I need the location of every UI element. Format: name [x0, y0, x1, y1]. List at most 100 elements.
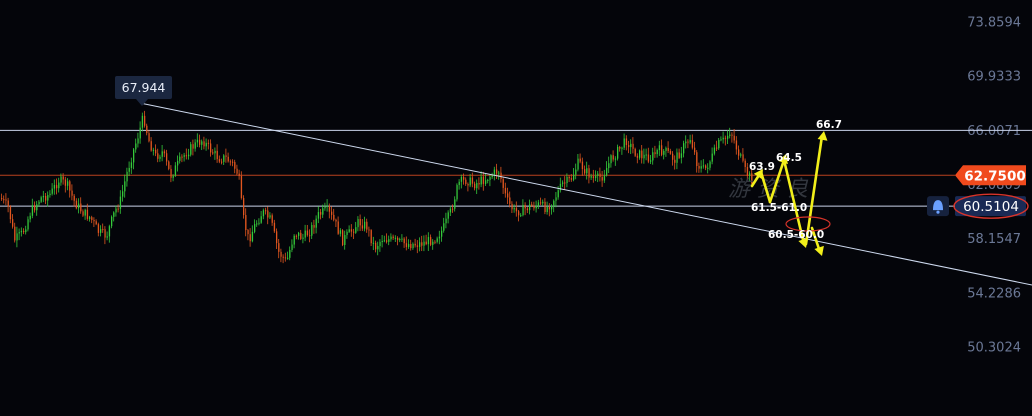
candle-body — [478, 182, 480, 185]
candle-body — [73, 195, 75, 201]
candle-body — [27, 219, 29, 230]
y-tick-label: 50.3024 — [967, 341, 1021, 356]
candle-body — [643, 154, 645, 159]
candle-body — [566, 176, 568, 184]
candle-body — [262, 210, 265, 217]
candle-body — [40, 197, 42, 202]
candle-body — [669, 151, 672, 154]
candle-body — [401, 238, 403, 240]
candle-body — [229, 161, 232, 163]
candle-body — [553, 200, 555, 206]
candle-body — [377, 246, 379, 250]
candle-body — [137, 138, 139, 144]
candle-body — [557, 190, 559, 198]
candle-body — [504, 187, 507, 194]
candle-body — [749, 173, 751, 176]
candle-body — [394, 237, 397, 239]
candle-body — [236, 168, 238, 174]
candle-body — [276, 231, 278, 244]
candle-body — [744, 160, 746, 167]
candle-body — [463, 176, 465, 180]
candle-body — [328, 205, 331, 212]
annotation-label: 64.5 — [776, 152, 802, 164]
candle-body — [344, 235, 346, 245]
candle-body — [606, 168, 608, 176]
candle-body — [445, 218, 447, 224]
candle-body — [452, 208, 454, 210]
y-tick-label: 66.0071 — [967, 124, 1021, 139]
candle-body — [69, 181, 71, 191]
candle-body — [661, 145, 663, 155]
price-chart[interactable]: 73.859469.933366.007162.080958.154754.22… — [0, 0, 1032, 416]
candle-body — [306, 230, 309, 236]
candle-body — [588, 168, 590, 178]
candle-body — [498, 172, 500, 174]
candle-body — [34, 205, 36, 211]
candle-body — [537, 202, 540, 206]
candle-body — [326, 205, 328, 207]
candle-body — [309, 235, 311, 237]
candle-body — [111, 216, 113, 227]
candle-body — [9, 206, 12, 220]
candle-body — [408, 244, 410, 247]
candle-body — [482, 176, 485, 184]
candle-body — [320, 212, 322, 215]
candle-body — [357, 219, 359, 228]
candle-body — [667, 147, 669, 152]
candle-body — [135, 143, 137, 150]
candle-body — [188, 154, 190, 157]
candle-body — [254, 224, 256, 232]
candle-body — [683, 143, 685, 154]
candle-body — [397, 237, 399, 241]
candle-body — [399, 239, 401, 241]
candle-body — [80, 203, 82, 212]
candle-body — [707, 167, 709, 169]
candle-body — [203, 141, 205, 147]
candle-body — [331, 211, 333, 215]
candle-body — [251, 231, 254, 242]
candle-body — [350, 229, 353, 232]
candle-body — [172, 175, 174, 178]
candle-body — [614, 158, 617, 160]
candle-body — [278, 243, 280, 252]
candle-body — [427, 237, 430, 245]
candle-body — [584, 169, 586, 174]
candle-body — [474, 183, 476, 189]
candle-body — [144, 115, 146, 126]
candle-body — [104, 229, 106, 238]
candle-body — [47, 195, 49, 201]
annotation-label: 66.7 — [816, 119, 842, 131]
candle-body — [265, 210, 267, 212]
candle-body — [86, 209, 89, 219]
candle-body — [590, 176, 592, 178]
candle-body — [595, 175, 597, 179]
candle-body — [410, 244, 412, 249]
candle-body — [20, 230, 23, 233]
candle-body — [742, 154, 744, 161]
candle-body — [414, 243, 416, 246]
candle-body — [7, 200, 9, 207]
candle-body — [348, 229, 350, 232]
candle-body — [632, 143, 634, 149]
candle-body — [227, 156, 229, 162]
candle-body — [500, 172, 502, 180]
candle-body — [619, 146, 621, 149]
candle-body — [155, 149, 157, 154]
candle-body — [100, 229, 102, 233]
candle-body — [84, 209, 86, 216]
candle-body — [421, 242, 423, 246]
candle-body — [372, 242, 375, 244]
candle-body — [146, 125, 148, 134]
candle-body — [544, 201, 546, 213]
candle-body — [515, 208, 518, 212]
candle-body — [612, 155, 614, 160]
candle-body — [687, 141, 689, 143]
candle-body — [722, 137, 724, 140]
candle-body — [82, 211, 84, 216]
candle-body — [194, 142, 196, 149]
candle-body — [685, 141, 687, 144]
candle-body — [282, 256, 284, 258]
candle-body — [56, 185, 58, 189]
candle-body — [746, 166, 749, 176]
candle-body — [119, 196, 122, 209]
